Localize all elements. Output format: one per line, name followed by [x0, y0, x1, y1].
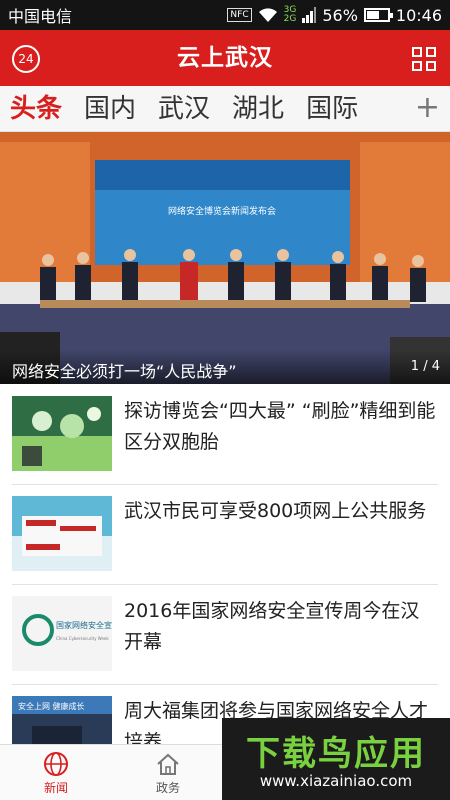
- watermark-logo: 下载鸟应用: [246, 734, 426, 774]
- home-icon: [157, 753, 179, 775]
- news-title: 2016年国家网络安全宣传周今在汉开幕: [124, 600, 420, 653]
- news-thumbnail: [12, 496, 112, 571]
- add-channel-button[interactable]: +: [415, 86, 440, 130]
- nav-government-label: 政务: [155, 781, 180, 795]
- hero-photo: 网络安全博览会新闻发布会: [0, 132, 450, 384]
- grid-menu-icon[interactable]: [412, 47, 436, 71]
- network-type: 3G 2G: [283, 5, 297, 24]
- hero-caption: 网络安全必须打一场“人民战争”: [0, 350, 450, 384]
- nav-news[interactable]: 新闻: [0, 745, 112, 800]
- svg-text:安全上网 健康成长: 安全上网 健康成长: [18, 701, 85, 711]
- nav-news-label: 新闻: [43, 781, 68, 795]
- watermark: 下载鸟应用 www.xiazainiao.com: [222, 718, 450, 800]
- svg-text:国家网络安全宣传周: 国家网络安全宣传周: [56, 620, 112, 630]
- signal-icon: [302, 7, 317, 23]
- news-title: 探访博览会“四大最” “刷脸”精细到能区分双胞胎: [124, 400, 436, 453]
- nav-government[interactable]: 政务: [112, 745, 224, 800]
- svg-text:网络安全博览会新闻发布会: 网络安全博览会新闻发布会: [168, 205, 276, 217]
- battery-icon: [363, 8, 393, 22]
- list-item[interactable]: 武汉市民可享受800项网上公共服务: [0, 484, 450, 584]
- nfc-icon: NFC: [227, 8, 252, 22]
- globe-icon: [44, 752, 68, 776]
- tab-headlines[interactable]: 头条: [10, 86, 62, 132]
- app-header: 24 云上武汉: [0, 30, 450, 86]
- app-title: 云上武汉: [177, 45, 273, 71]
- status-icons: NFC 3G 2G 56% 10:46: [227, 6, 442, 25]
- wifi-icon: [258, 8, 277, 22]
- hero-banner[interactable]: 网络安全博览会新闻发布会 网络安全必须打一场“人民战争” 1 / 4: [0, 132, 450, 384]
- battery-percent: 56%: [322, 5, 358, 25]
- svg-text:China Cybersecurity Week: China Cybersecurity Week: [56, 636, 109, 641]
- list-item[interactable]: 探访博览会“四大最” “刷脸”精细到能区分双胞胎: [0, 384, 450, 484]
- news-thumbnail: [12, 396, 112, 471]
- tab-domestic[interactable]: 国内: [84, 86, 136, 132]
- tab-international[interactable]: 国际: [306, 86, 358, 132]
- tab-hubei[interactable]: 湖北: [232, 86, 284, 132]
- carrier-name: 中国电信: [8, 7, 73, 26]
- news-thumbnail: 国家网络安全宣传周 China Cybersecurity Week: [12, 596, 112, 671]
- channel-tabs: 头条 国内 武汉 湖北 国际 +: [0, 86, 450, 132]
- clock: 10:46: [395, 5, 442, 25]
- watermark-url: www.xiazainiao.com: [259, 772, 413, 790]
- tab-wuhan[interactable]: 武汉: [158, 86, 210, 132]
- status-bar: 中国电信 NFC 3G 2G 56% 10:46: [0, 0, 450, 30]
- hero-pager: 1 / 4: [410, 359, 440, 374]
- news-title: 武汉市民可享受800项网上公共服务: [124, 500, 427, 522]
- list-item[interactable]: 国家网络安全宣传周 China Cybersecurity Week 2016年…: [0, 584, 450, 684]
